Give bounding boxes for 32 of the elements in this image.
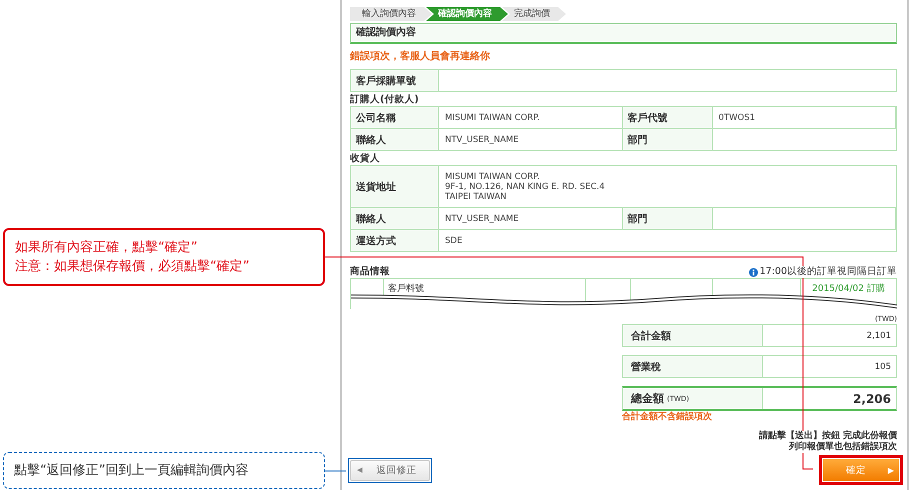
- total-note: 合計金額不含錯誤項次: [622, 411, 713, 423]
- field-value: SDE: [439, 230, 896, 252]
- field-value: NTV_USER_NAME: [439, 129, 622, 151]
- instruction-text: 列印報價單也包括錯誤項次: [788, 442, 897, 453]
- field-label: 客戶代號: [622, 107, 712, 129]
- field-label: 公司名稱: [351, 107, 439, 129]
- step-tab[interactable]: 輸入詢價內容: [350, 7, 432, 21]
- field-value: NTV_USER_NAME: [439, 208, 622, 230]
- column-header: 客戶料號: [388, 284, 424, 294]
- step-tab[interactable]: 確認詢價內容: [426, 7, 508, 21]
- section-title: 收貨人: [350, 153, 381, 165]
- field-label: 運送方式: [351, 230, 439, 252]
- total-row: 營業稅 105: [622, 355, 897, 378]
- field-label: 客戶採購單號: [351, 70, 439, 92]
- field-label: 聯絡人: [351, 129, 439, 151]
- order-date: 2015/04/02 訂購: [811, 282, 886, 295]
- field-label: 聯絡人: [351, 208, 439, 230]
- error-notice: 錯誤項次，客服人員會再連絡你: [350, 51, 491, 63]
- field-label: 送貨地址: [351, 166, 439, 208]
- notice-text: 17:00以後的訂單視同隔日訂單: [760, 266, 897, 278]
- section-title: 商品情報: [350, 266, 390, 278]
- field-label: 部門: [622, 208, 712, 230]
- page-heading: 確認詢價內容: [350, 23, 897, 44]
- instruction-text: 請點擊【送出】按鈕 完成此份報價: [758, 431, 897, 441]
- section-title: 訂購人(付款人): [350, 94, 420, 106]
- step-tab[interactable]: 完成詢價: [502, 7, 566, 21]
- field-label: 部門: [622, 129, 712, 151]
- callout-note: 點擊“返回修正”回到上一頁編輯詢價內容: [3, 452, 325, 489]
- callout-note: 如果所有內容正確，點擊“確定” 注意：如果想保存報價，必須點擊“確定”: [3, 228, 325, 286]
- field-value: MISUMI TAIWAN CORP.: [439, 107, 622, 129]
- field-value: 0TWOS1: [712, 107, 896, 129]
- total-row: 合計金額 2,101: [622, 324, 897, 347]
